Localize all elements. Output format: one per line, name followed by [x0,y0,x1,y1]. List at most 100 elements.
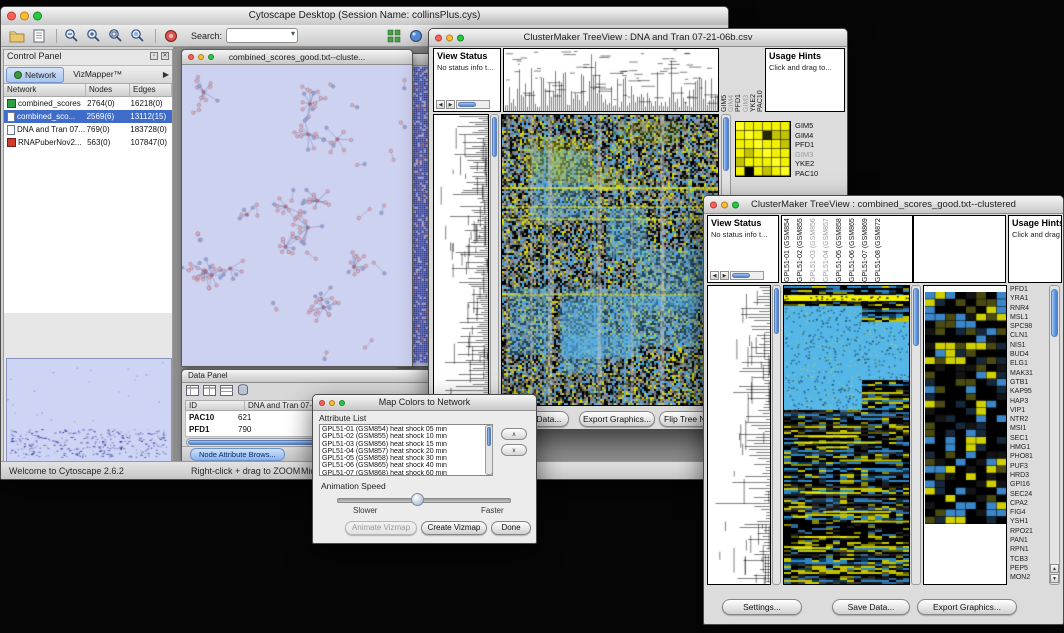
gene-label[interactable]: RPN1 [1010,545,1048,554]
gene-label[interactable]: KAP95 [1010,387,1048,396]
gene-label[interactable]: PFD1 [1010,285,1048,294]
network-overview-thumbnail[interactable] [6,358,172,462]
scroll-thumb[interactable] [732,273,750,278]
animation-speed-slider-thumb[interactable] [411,493,424,506]
scroll-thumb[interactable] [1051,289,1058,337]
zoom-heatmap-canvas[interactable] [925,292,1007,524]
gene-label[interactable]: GIM3 [795,150,843,160]
gene-label[interactable]: MSL1 [1010,313,1048,322]
zoom-region-icon[interactable] [128,27,147,45]
gene-label[interactable]: PFD1 [795,140,843,150]
float-icon[interactable]: ▫ [150,52,158,60]
column-label[interactable]: PAC10 [757,50,763,112]
column-label[interactable]: GPL51-02 (GSM855) [797,218,808,282]
scroll-right-icon[interactable]: ▶ [446,100,455,109]
network-table-row[interactable]: RNAPuberNov2... 563(0) 107847(0) [4,136,172,149]
scroll-thumb[interactable] [774,288,779,334]
treeview2-gene-vscrollbar[interactable]: ▲ ▼ [1049,285,1060,585]
attribute-item[interactable]: GPL51-01 (GSM854) heat shock 05 min [322,426,490,433]
attribute-item[interactable]: GPL51-03 (GSM856) heat shock 15 min [322,441,490,448]
treeview-button[interactable]: Save Data... [832,599,910,615]
network-table-row[interactable]: DNA and Tran 07... 769(0) 183728(0) [4,123,172,136]
gene-label[interactable]: MAK31 [1010,369,1048,378]
scroll-track[interactable] [730,271,764,280]
gene-label[interactable]: YKE2 [795,159,843,169]
database-icon[interactable] [237,383,249,401]
view-status-scrollbar[interactable]: ◀ ▶ [436,99,490,109]
view-status-scrollbar[interactable]: ◀ ▶ [710,270,764,280]
gene-label[interactable]: SEC24 [1010,490,1048,499]
dialog-button[interactable]: Done [491,521,531,535]
gene-label[interactable]: RNR4 [1010,304,1048,313]
scroll-thumb[interactable] [913,288,919,346]
close-button[interactable] [7,12,16,21]
column-label[interactable]: GIM3 [743,50,749,112]
attribute-item[interactable]: GPL51-02 (GSM855) heat shock 10 min [322,433,490,440]
tab-overflow-icon[interactable]: ▶ [163,70,169,79]
minimize-button[interactable] [20,12,29,21]
column-label[interactable]: GIM4 [728,50,734,112]
gene-label[interactable]: FIG4 [1010,508,1048,517]
treeview2-heatmap-vscrollbar[interactable] [911,285,921,585]
attribute-item[interactable]: GPL51-04 (GSM857) heat shock 20 min [322,448,490,455]
scroll-up-icon[interactable]: ▲ [1050,564,1059,573]
network-table-header-cell[interactable]: Nodes [86,84,130,96]
zoom-button[interactable] [208,54,214,60]
close-button[interactable] [319,400,325,406]
gene-label[interactable]: GTB1 [1010,378,1048,387]
gene-label[interactable]: PHO81 [1010,452,1048,461]
gene-label[interactable]: MSI1 [1010,424,1048,433]
gene-label[interactable]: VIP1 [1010,406,1048,415]
gene-label[interactable]: GPI16 [1010,480,1048,489]
treeview-button[interactable]: Export Graphics... [917,599,1017,615]
gene-label[interactable]: GIM4 [795,131,843,141]
scroll-left-icon[interactable]: ◀ [710,271,719,280]
column-label[interactable]: GIM5 [721,50,727,112]
column-label[interactable]: GPL51-04 (GSM857) [823,218,834,282]
gene-label[interactable]: MON2 [1010,573,1048,582]
treeview1-dendrogram-vscrollbar[interactable] [490,114,499,406]
network-table-header-cell[interactable]: Network [4,84,86,96]
zoom-button[interactable] [339,400,345,406]
gene-label[interactable]: SEC1 [1010,434,1048,443]
scroll-thumb[interactable] [492,117,497,157]
scroll-track[interactable] [456,100,490,109]
gene-label[interactable]: SPC98 [1010,322,1048,331]
zoom-out-icon[interactable] [62,27,81,45]
column-label[interactable]: GPL51-07 (GSM869) [862,218,873,282]
zoom-in-icon[interactable] [84,27,103,45]
zoom-button[interactable] [457,34,464,41]
gene-label[interactable]: NIS1 [1010,341,1048,350]
zoom-button[interactable] [33,12,42,21]
snapshot-icon[interactable] [161,27,180,45]
gene-label[interactable]: PUF3 [1010,462,1048,471]
gene-label[interactable]: HMG1 [1010,443,1048,452]
column-label[interactable]: GPL51-05 (GSM858) [836,218,847,282]
dialog-button[interactable]: Animate Vizmap [345,521,417,535]
control-panel-tab[interactable]: Network [6,67,64,83]
gene-label[interactable]: YRA1 [1010,294,1048,303]
data-table-header-id[interactable]: ID [186,401,245,410]
column-label[interactable]: YKE2 [750,50,756,112]
attribute-item[interactable]: GPL51-07 (GSM868) heat shock 60 min [322,470,490,476]
scroll-thumb[interactable] [487,427,491,446]
network-canvas[interactable] [182,64,412,366]
column-label[interactable]: PFD1 [735,50,741,112]
treeview1-titlebar[interactable]: ClusterMaker TreeView : DNA and Tran 07-… [429,29,847,47]
dialog-titlebar[interactable]: Map Colors to Network [313,395,536,411]
edge-table-icon[interactable] [203,383,216,401]
open-icon[interactable] [7,27,26,45]
network-table-header-cell[interactable]: Edges [130,84,172,96]
network-table-icon[interactable] [220,383,233,401]
gene-label[interactable]: HAP3 [1010,397,1048,406]
close-icon[interactable]: ✕ [161,52,169,60]
treeview2-titlebar[interactable]: ClusterMaker TreeView : combined_scores_… [704,196,1063,214]
zoom-matrix-canvas[interactable] [736,122,790,176]
column-dendrogram-canvas[interactable] [504,49,718,111]
close-button[interactable] [188,54,194,60]
main-titlebar[interactable]: Cytoscape Desktop (Session Name: collins… [1,7,728,26]
gene-label[interactable]: HRD3 [1010,471,1048,480]
gene-label[interactable]: ELG1 [1010,359,1048,368]
attribute-list-vscrollbar[interactable] [485,425,493,475]
node-attribute-browser-tab[interactable]: Node Attribute Brows... [190,448,285,461]
